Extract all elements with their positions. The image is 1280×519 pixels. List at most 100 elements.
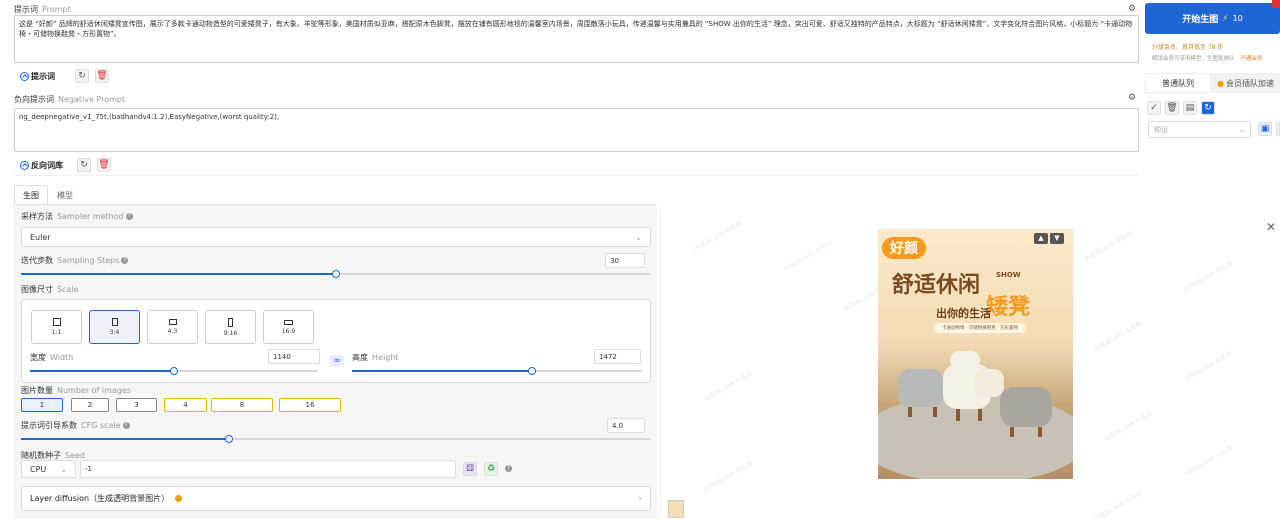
thumbs-up-icon[interactable]: ▲ <box>1034 233 1048 244</box>
thumbs-down-icon[interactable]: ▼ <box>1050 233 1064 244</box>
images-option-1[interactable]: 1 <box>21 398 63 412</box>
negative-settings-icon[interactable]: ⚙ <box>1128 93 1136 103</box>
slider-thumb[interactable] <box>224 435 233 443</box>
main-tabs: 生图 模型 <box>14 185 82 206</box>
help-icon[interactable]: ? <box>122 422 130 429</box>
poster-tagline: 出你的生活 <box>936 307 991 320</box>
cfg-slider[interactable] <box>21 435 651 443</box>
file-icon: ▤ <box>1185 103 1195 113</box>
steps-slider[interactable] <box>21 270 651 278</box>
prompt-settings-icon[interactable]: ⚙ <box>1128 4 1136 14</box>
generate-button[interactable]: 开始生图 ⚡ 10 <box>1145 3 1280 34</box>
stool-leg <box>933 407 937 417</box>
history-icon: ↻ <box>78 71 86 81</box>
poster-title-b: 矮凳 <box>986 295 1031 320</box>
scale-label: 图像尺寸 Scale <box>21 285 79 294</box>
negative-textarea[interactable]: ng_deepnegative_v1_75t,(badhandv4:1.2),E… <box>14 108 1139 152</box>
square-icon <box>52 318 61 326</box>
images-option-4[interactable]: 4 <box>164 398 207 412</box>
help-icon[interactable]: ? <box>125 213 133 220</box>
crown-icon: ● <box>1217 78 1224 88</box>
check-icon: ✓ <box>1150 103 1158 113</box>
landscape-icon <box>284 319 293 325</box>
dice-button[interactable]: ⚄ <box>463 462 477 476</box>
preset-select[interactable]: 预设 ⌄ <box>1148 121 1251 138</box>
stool-leg <box>1010 427 1014 437</box>
chevron-down-icon: ⌄ <box>635 232 642 242</box>
negative-toggle[interactable]: 反向词库 <box>20 160 63 171</box>
gray-stool <box>1000 387 1052 427</box>
queue-tabs: 普通队列 ● 会员插队加速 <box>1145 73 1280 93</box>
result-toolbar: ✓ 🗑 ▤ ↻ <box>1147 101 1215 115</box>
device-select[interactable]: CPU ⌄ <box>21 460 76 478</box>
images-option-8[interactable]: 8 <box>211 398 273 412</box>
preset-save-button[interactable]: ▣ <box>1258 122 1272 136</box>
steps-input[interactable]: 30 <box>605 253 645 268</box>
prompt-label: 提示词 Prompt <box>14 5 71 14</box>
height-input[interactable]: 1472 <box>594 349 641 364</box>
promo-line-2: 解锁会员可享用模型，生图免排队 开通会员 <box>1152 56 1263 62</box>
width-input[interactable]: 1140 <box>268 349 320 364</box>
ratio-1-1[interactable]: 1:1 <box>31 310 82 344</box>
tab-vip-queue[interactable]: ● 会员插队加速 <box>1211 73 1280 93</box>
cfg-input[interactable]: 4.0 <box>607 418 645 433</box>
negative-clear-button[interactable]: 🗑 <box>97 158 111 172</box>
prompt-history-button[interactable]: ↻ <box>75 69 89 83</box>
delete-button[interactable]: 🗑 <box>1165 101 1179 115</box>
stool-leg <box>978 409 982 421</box>
link-icon[interactable]: ∞ <box>330 355 344 367</box>
help-icon[interactable]: ? <box>505 465 512 472</box>
sampler-select[interactable]: Euler ⌄ <box>21 227 651 247</box>
recycle-icon: ♻ <box>486 464 496 474</box>
select-button[interactable]: ✓ <box>1147 101 1161 115</box>
generated-image[interactable]: 好颜 ▲ ▼ 舒适休闲 SHOW 矮凳 出你的生活 卡通动物椅 · 可储物换鞋凳… <box>878 229 1073 479</box>
chevron-down-icon: ⌄ <box>1239 125 1245 134</box>
preset-more-button[interactable] <box>1276 122 1280 136</box>
ratio-3-4[interactable]: 3:4 <box>89 310 140 344</box>
tab-model[interactable]: 模型 <box>48 185 82 206</box>
tab-normal-queue[interactable]: 普通队列 <box>1145 73 1211 93</box>
promo-link[interactable]: 开通会员 <box>1240 56 1262 62</box>
height-slider[interactable] <box>352 367 642 375</box>
seed-input[interactable]: -1 <box>80 460 456 478</box>
thumbnail[interactable] <box>668 500 684 518</box>
layer-diffusion-accordion[interactable]: Layer diffusion（生成透明背景图片） › <box>21 486 651 511</box>
slider-thumb[interactable] <box>527 367 536 375</box>
promo-line-1: 升级会员，首月低至 78 折 <box>1152 44 1224 51</box>
corner-badge <box>1272 0 1280 8</box>
ratio-4-3[interactable]: 4:3 <box>147 310 198 344</box>
tab-generate[interactable]: 生图 <box>14 185 48 206</box>
save-icon: ▣ <box>1260 124 1270 134</box>
close-icon[interactable]: ✕ <box>1266 220 1276 234</box>
images-option-2[interactable]: 2 <box>71 398 109 412</box>
info-icon <box>175 495 183 502</box>
prompt-toggle[interactable]: 提示词 <box>20 71 55 82</box>
prompt-clear-button[interactable]: 🗑 <box>95 69 109 83</box>
poster-show: SHOW <box>996 271 1021 279</box>
portrait-icon <box>111 318 118 326</box>
images-option-3[interactable]: 3 <box>116 398 157 412</box>
recycle-button[interactable]: ♻ <box>484 462 498 476</box>
help-icon[interactable]: ? <box>121 257 129 264</box>
slider-thumb[interactable] <box>332 270 340 278</box>
slider-thumb[interactable] <box>170 367 178 375</box>
steps-label: 迭代步数 Sampling Steps? <box>21 255 129 266</box>
divider <box>14 175 1139 176</box>
small-stool <box>974 369 1004 397</box>
ratio-16-9[interactable]: 16:9 <box>263 310 314 344</box>
refresh-button[interactable]: ↻ <box>1201 101 1215 115</box>
collapse-icon <box>20 160 29 170</box>
width-slider[interactable] <box>30 367 318 375</box>
ratio-9-16[interactable]: 9:16 <box>205 310 256 344</box>
refresh-icon: ↻ <box>1204 103 1212 113</box>
trash-icon: 🗑 <box>96 71 108 81</box>
history-icon: ↻ <box>80 160 88 170</box>
images-option-16[interactable]: 16 <box>279 398 341 412</box>
download-button[interactable]: ▤ <box>1183 101 1197 115</box>
width-label: 宽度 Width <box>30 353 74 362</box>
negative-history-button[interactable]: ↻ <box>77 158 91 172</box>
trash-icon: 🗑 <box>98 160 110 170</box>
landscape-icon <box>168 319 177 325</box>
prompt-textarea[interactable]: 这是 “好颜” 品牌的舒适休闲矮凳宣传图，展示了多款卡通动物造型的可爱矮凳子，有… <box>14 15 1139 63</box>
rating-buttons: ▲ ▼ <box>1034 233 1064 244</box>
